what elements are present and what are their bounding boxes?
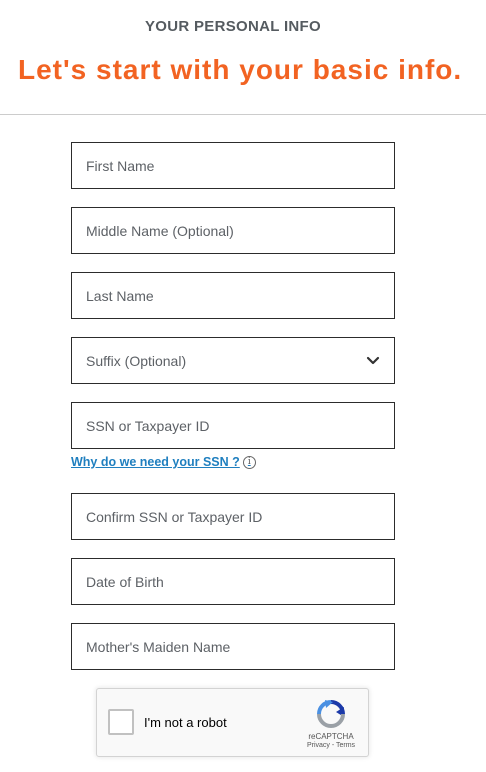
first-name-input[interactable]	[72, 143, 394, 188]
last-name-input[interactable]	[72, 273, 394, 318]
confirm-ssn-input[interactable]	[72, 494, 394, 539]
last-name-field	[71, 272, 395, 319]
suffix-select[interactable]: Suffix (Optional)	[71, 337, 395, 384]
recaptcha-logo-icon	[317, 700, 345, 728]
ssn-help-link-text: Why do we need your SSN ?	[71, 455, 240, 469]
chevron-down-icon	[366, 356, 380, 364]
ssn-help-link[interactable]: Why do we need your SSN ? i	[71, 455, 256, 469]
recaptcha-checkbox[interactable]	[108, 709, 134, 735]
section-label: YOUR PERSONAL INFO	[145, 18, 321, 35]
page-headline: Let's start with your basic info.	[18, 54, 463, 85]
confirm-ssn-field	[71, 493, 395, 540]
date-of-birth-field	[71, 558, 395, 605]
middle-name-field	[71, 207, 395, 254]
mothers-maiden-name-input[interactable]	[72, 624, 394, 669]
recaptcha-label: I'm not a robot	[144, 715, 227, 730]
personal-info-page: YOUR PERSONAL INFO Let's start with your…	[0, 0, 486, 772]
recaptcha-brand: reCAPTCHA	[308, 732, 354, 741]
first-name-field	[71, 142, 395, 189]
date-of-birth-input[interactable]	[72, 559, 394, 604]
recaptcha-links: Privacy - Terms	[307, 742, 355, 749]
ssn-field	[71, 402, 395, 449]
recaptcha-logo: reCAPTCHA Privacy - Terms	[302, 698, 360, 749]
recaptcha-widget: I'm not a robot reCAPTCHA Privacy - Term…	[96, 688, 369, 757]
recaptcha-terms-link[interactable]: Terms	[336, 742, 355, 749]
middle-name-input[interactable]	[72, 208, 394, 253]
recaptcha-privacy-link[interactable]: Privacy	[307, 742, 330, 749]
info-icon[interactable]: i	[242, 455, 256, 469]
suffix-select-value: Suffix (Optional)	[86, 352, 187, 369]
mothers-maiden-name-field	[71, 623, 395, 670]
ssn-input[interactable]	[72, 403, 394, 448]
header-divider	[0, 114, 486, 115]
